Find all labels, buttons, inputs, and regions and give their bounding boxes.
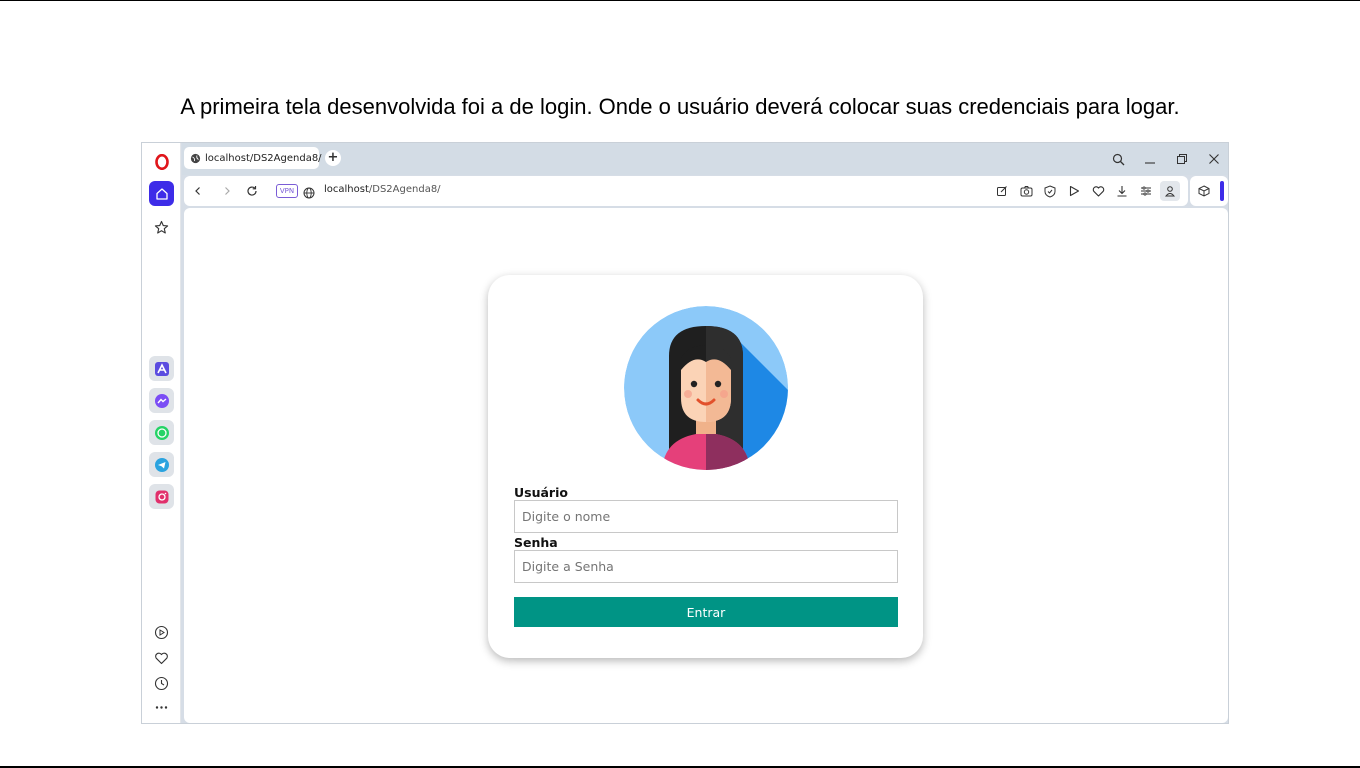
shield-icon[interactable]	[1042, 183, 1058, 199]
username-input[interactable]	[514, 500, 898, 533]
password-input[interactable]	[514, 550, 898, 583]
favorites-heart-icon[interactable]	[149, 647, 174, 669]
tab-strip: localhost/DS2Agenda8/ +	[182, 143, 1228, 175]
messenger-icon[interactable]	[149, 388, 174, 413]
back-icon[interactable]	[189, 182, 207, 200]
snapshot-camera-icon[interactable]	[1018, 183, 1034, 199]
username-label: Usuário	[514, 485, 568, 500]
login-submit-button[interactable]: Entrar	[514, 597, 898, 627]
home-icon[interactable]	[149, 181, 174, 206]
profile-icon[interactable]	[1160, 181, 1180, 201]
more-icon[interactable]	[149, 696, 174, 718]
close-icon[interactable]	[1203, 149, 1225, 169]
slide-top-border	[0, 0, 1360, 1]
restore-icon[interactable]	[1171, 149, 1193, 169]
pinboard-icon[interactable]	[149, 215, 174, 240]
aria-ai-icon[interactable]	[149, 356, 174, 381]
new-tab-button[interactable]: +	[325, 150, 341, 166]
download-icon[interactable]	[1114, 183, 1130, 199]
password-label: Senha	[514, 535, 558, 550]
telegram-icon[interactable]	[149, 452, 174, 477]
heart-icon[interactable]	[1090, 183, 1106, 199]
url-path: /DS2Agenda8/	[368, 184, 441, 195]
extensions-area	[1190, 176, 1228, 206]
url-host: localhost	[324, 184, 369, 195]
opera-logo-icon[interactable]	[149, 150, 174, 174]
browser-sidebar	[142, 143, 181, 723]
minimize-icon[interactable]	[1139, 149, 1161, 169]
easy-setup-icon[interactable]	[1138, 183, 1154, 199]
login-card: Usuário Senha Entrar	[488, 275, 923, 658]
forward-icon[interactable]	[218, 182, 236, 200]
tab-title: localhost/DS2Agenda8/	[205, 152, 322, 164]
instagram-icon[interactable]	[149, 484, 174, 509]
reload-icon[interactable]	[243, 182, 261, 200]
extensions-cube-icon[interactable]	[1196, 183, 1212, 199]
site-info-globe-icon[interactable]	[303, 184, 315, 203]
presentation-slide: A primeira tela desenvolvida foi a de lo…	[0, 0, 1360, 768]
edit-icon[interactable]	[994, 183, 1010, 199]
avatar-woman-icon	[624, 306, 788, 470]
web-page: Usuário Senha Entrar	[184, 208, 1228, 723]
history-clock-icon[interactable]	[149, 672, 174, 694]
vpn-badge[interactable]: VPN	[276, 184, 298, 198]
browser-window: localhost/DS2Agenda8/ + VPN localhost/DS…	[141, 142, 1229, 724]
address-bar: VPN localhost/DS2Agenda8/	[184, 176, 1188, 206]
sidebar-accent-bar	[1220, 181, 1224, 201]
tab-globe-icon	[190, 153, 201, 163]
browser-tab[interactable]: localhost/DS2Agenda8/	[184, 147, 322, 169]
player-icon[interactable]	[149, 621, 174, 643]
play-icon[interactable]	[1066, 183, 1082, 199]
whatsapp-icon[interactable]	[149, 420, 174, 445]
url-field[interactable]: localhost/DS2Agenda8/	[324, 184, 441, 195]
slide-caption: A primeira tela desenvolvida foi a de lo…	[180, 94, 1180, 119]
search-tabs-icon[interactable]	[1107, 149, 1129, 169]
